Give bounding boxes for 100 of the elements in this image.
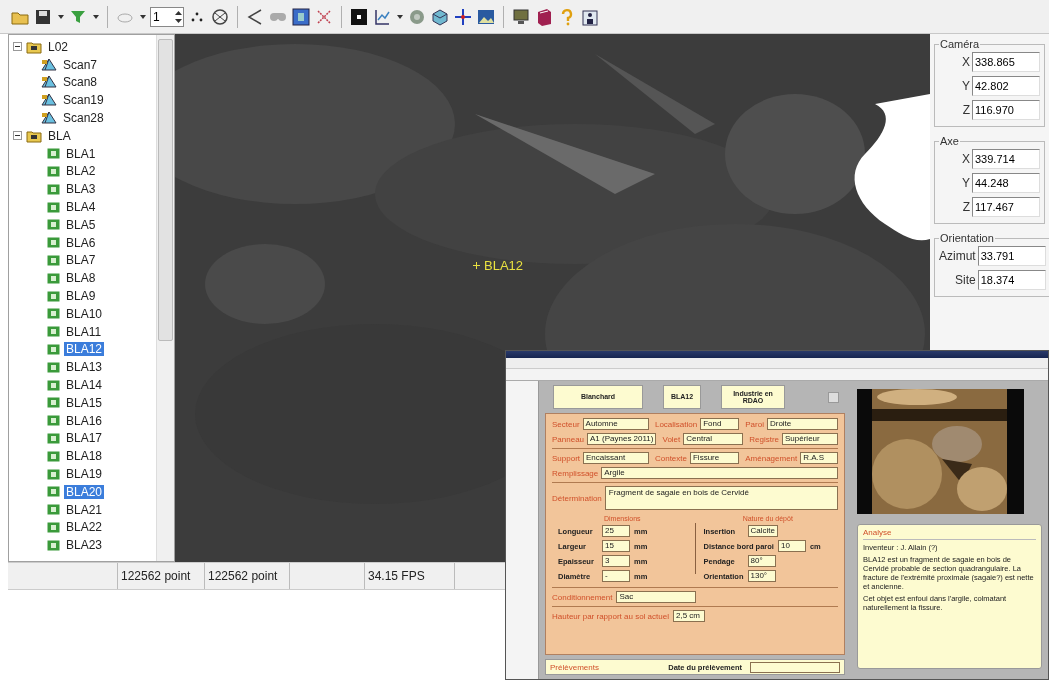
tree-item[interactable]: BLA6 xyxy=(64,235,98,250)
field-value[interactable]: - xyxy=(602,570,630,582)
tree-item[interactable]: Scan8 xyxy=(61,75,100,90)
tree-item[interactable]: BLA4 xyxy=(64,200,98,215)
marker-square-icon xyxy=(47,539,60,551)
marker-square-icon xyxy=(47,165,60,177)
tree-item[interactable]: Scan7 xyxy=(61,57,100,72)
marker-square-icon xyxy=(47,379,60,391)
tree-item[interactable]: BLA7 xyxy=(64,253,98,268)
tree-item[interactable]: BLA5 xyxy=(64,217,98,232)
image-icon xyxy=(477,7,495,26)
tree-item[interactable]: BLA14 xyxy=(64,378,105,393)
tree-item[interactable]: BLA23 xyxy=(64,538,105,553)
marker-square-icon xyxy=(47,272,60,284)
date-field[interactable] xyxy=(750,661,840,673)
group-title: Axe xyxy=(939,135,960,147)
minus-icon xyxy=(15,44,20,50)
person-icon xyxy=(581,7,599,26)
marker-square-icon xyxy=(47,504,60,516)
tree-item[interactable]: BLA18 xyxy=(64,449,105,464)
marker-square-icon xyxy=(47,361,60,373)
binoculars-icon xyxy=(269,11,287,22)
spin-arrows-icon xyxy=(174,8,183,25)
marker-square-icon xyxy=(47,432,60,444)
spin-field[interactable]: 1 xyxy=(150,6,184,27)
marker-square-icon xyxy=(47,450,60,462)
folder-icon xyxy=(26,128,42,143)
marker-square-icon xyxy=(47,486,60,498)
pyramid-icon xyxy=(41,75,57,90)
book-icon xyxy=(535,7,553,26)
tree-item[interactable]: BLA20 xyxy=(64,484,105,499)
tree-item[interactable]: BLA11 xyxy=(64,324,104,339)
coordinate-field[interactable]: 18.374 xyxy=(977,270,1046,290)
marker-square-icon xyxy=(47,468,60,480)
minus-icon xyxy=(15,133,20,139)
group-title: Orientation xyxy=(939,232,995,244)
field-value[interactable]: 130° xyxy=(747,570,776,582)
coordinate-field[interactable]: 339.714 xyxy=(972,149,1040,169)
axis-label: X xyxy=(962,152,970,166)
axis-label: X xyxy=(962,55,970,69)
axis-label: Z xyxy=(962,200,970,214)
marker-square-icon xyxy=(47,308,60,320)
tree-item[interactable]: BLA9 xyxy=(64,289,98,304)
marker-square-icon xyxy=(47,397,60,409)
tree-item[interactable]: Scan28 xyxy=(61,111,106,126)
tree-item[interactable]: BLA17 xyxy=(64,431,105,446)
tree-item[interactable]: BLA1 xyxy=(64,146,98,161)
square-button[interactable] xyxy=(291,5,311,28)
coordinate-field[interactable]: 42.802 xyxy=(972,76,1040,96)
tree-item[interactable]: BLA19 xyxy=(64,467,105,481)
pyramid-icon xyxy=(41,111,57,126)
cube-icon xyxy=(431,7,449,26)
tree-item[interactable]: BLA3 xyxy=(64,182,98,197)
coordinate-field[interactable]: 33.791 xyxy=(977,246,1046,266)
field-label: Conditionnement xyxy=(552,592,613,602)
pyramid-icon xyxy=(41,57,57,72)
caret-icon xyxy=(396,14,403,19)
marker-square-icon xyxy=(47,415,60,427)
folder-icon xyxy=(26,39,42,54)
monitor-icon xyxy=(512,7,530,26)
tree-item[interactable]: BLA12 xyxy=(64,342,105,357)
tree-item[interactable]: BLA13 xyxy=(64,360,105,375)
axis-label: Y xyxy=(962,176,970,190)
tree-item[interactable]: BLA xyxy=(46,128,73,143)
coordinate-field[interactable]: 116.970 xyxy=(972,100,1040,120)
help-icon xyxy=(560,7,574,26)
expander-toggle[interactable] xyxy=(13,131,22,141)
tree-item[interactable]: BLA16 xyxy=(64,413,105,428)
point-count: 122562 point xyxy=(121,569,191,583)
tree-item[interactable]: BLA22 xyxy=(64,520,105,535)
field-value[interactable]: 2,5 cm xyxy=(672,610,705,622)
marker-square-icon xyxy=(47,326,60,338)
expander-toggle[interactable] xyxy=(13,42,22,52)
tree-item[interactable]: Scan19 xyxy=(61,93,106,108)
axis-label: Y xyxy=(962,79,970,93)
tree-item[interactable]: BLA8 xyxy=(64,271,98,286)
axis-label: Azimut xyxy=(939,249,976,263)
square-icon xyxy=(292,7,310,26)
tree-item[interactable]: BLA21 xyxy=(64,502,105,517)
caret-icon xyxy=(57,14,64,19)
field-label: Prélèvements xyxy=(550,662,599,672)
coordinate-field[interactable]: 338.865 xyxy=(972,52,1040,72)
perspective-icon xyxy=(246,7,264,26)
tree-item[interactable]: BLA15 xyxy=(64,395,105,410)
crosshair-icon xyxy=(454,7,472,26)
tree-item[interactable]: BLA2 xyxy=(64,164,98,179)
coordinate-field[interactable]: 44.248 xyxy=(972,173,1040,193)
scrollbar[interactable] xyxy=(156,35,174,561)
marker-square-icon xyxy=(47,219,60,231)
marker-square-icon xyxy=(47,521,60,533)
field-value[interactable]: Sac xyxy=(616,591,697,603)
tree-item[interactable]: L02 xyxy=(46,39,71,54)
caret-icon xyxy=(139,14,146,19)
coordinate-field[interactable]: 117.467 xyxy=(972,197,1040,217)
filter-icon xyxy=(70,8,86,25)
axis-label: Site xyxy=(955,273,976,287)
marker-square-icon xyxy=(47,290,60,302)
square-icon xyxy=(350,7,368,26)
marker-square-icon xyxy=(47,343,60,355)
tree-item[interactable]: BLA10 xyxy=(64,306,105,321)
